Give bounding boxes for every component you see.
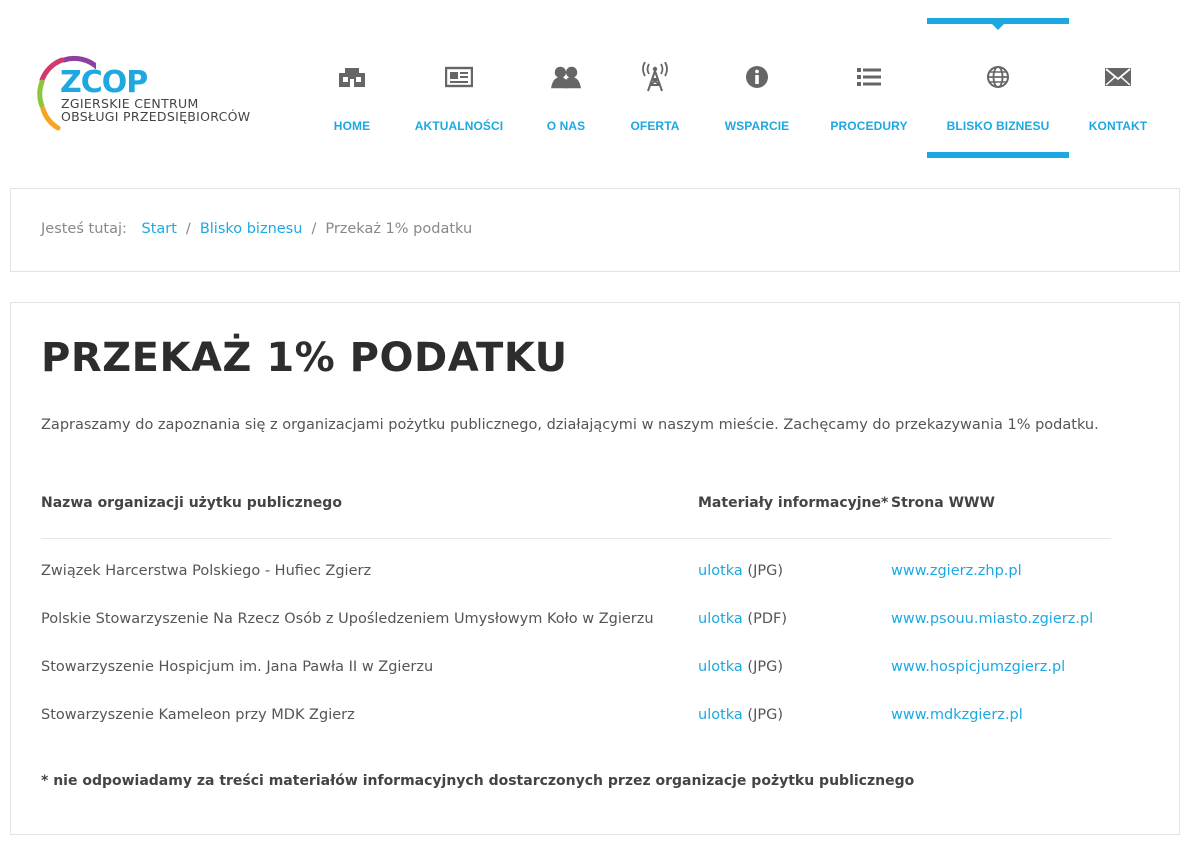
- leaflet-link[interactable]: ulotka: [698, 659, 743, 675]
- leaflet-format: (JPG): [747, 563, 783, 579]
- table-row: Związek Harcerstwa Polskiego - Hufiec Zg…: [41, 539, 1111, 587]
- organization-name: Polskie Stowarzyszenie Na Rzecz Osób z U…: [41, 611, 654, 627]
- globe-icon: [983, 62, 1013, 92]
- website-cell: www.zgierz.zhp.pl: [891, 563, 1022, 579]
- nav-item-o-nas[interactable]: O NAS: [536, 18, 596, 158]
- website-cell: www.mdkzgierz.pl: [891, 707, 1023, 723]
- nav-label: O NAS: [546, 119, 586, 133]
- leaflet-format: (JPG): [747, 659, 783, 675]
- header-materials: Materiały informacyjne*: [698, 495, 889, 511]
- website-link[interactable]: www.hospicjumzgierz.pl: [891, 659, 1065, 675]
- leaflet-link[interactable]: ulotka: [698, 563, 743, 579]
- table-row: Polskie Stowarzyszenie Na Rzecz Osób z U…: [41, 587, 1111, 635]
- table-header: Nazwa organizacji użytku publicznego Mat…: [41, 481, 1111, 539]
- header-organization-name: Nazwa organizacji użytku publicznego: [41, 495, 342, 511]
- header-website: Strona WWW: [891, 495, 995, 511]
- website-cell: www.hospicjumzgierz.pl: [891, 659, 1065, 675]
- nav-item-blisko-biznesu[interactable]: BLISKO BIZNESU: [927, 18, 1069, 158]
- page-title: PRZEKAŻ 1% PODATKU: [41, 335, 568, 381]
- organization-name: Stowarzyszenie Kameleon przy MDK Zgierz: [41, 707, 355, 723]
- nav-label: AKTUALNOŚCI: [414, 119, 504, 133]
- breadcrumb-panel: Jesteś tutaj: Start / Blisko biznesu / Przek…: [10, 188, 1180, 272]
- newspaper-icon: [444, 62, 474, 92]
- main-nav: HOME AKTUALNOŚCI O NAS OFERTA WSPARCIE P…: [0, 0, 1193, 170]
- breadcrumb: Jesteś tutaj: Start / Blisko biznesu / Przek…: [41, 221, 472, 237]
- people-icon: [551, 62, 581, 92]
- website-link[interactable]: www.psouu.miasto.zgierz.pl: [891, 611, 1093, 627]
- nav-item-home[interactable]: HOME: [318, 18, 386, 158]
- intro-text: Zapraszamy do zapoznania się z organizac…: [41, 417, 1099, 433]
- leaflet-link[interactable]: ulotka: [698, 611, 743, 627]
- nav-label: HOME: [333, 119, 371, 133]
- site-header: ZCOP ZGIERSKIE CENTRUM OBSŁUGI PRZEDSIĘB…: [0, 0, 1193, 170]
- website-link[interactable]: www.mdkzgierz.pl: [891, 707, 1023, 723]
- nav-item-kontakt[interactable]: KONTAKT: [1086, 18, 1150, 158]
- nav-label: WSPARCIE: [724, 119, 790, 133]
- disclaimer-footnote: * nie odpowiadamy za treści materiałów i…: [41, 773, 915, 789]
- materials-cell: ulotka (JPG): [698, 563, 783, 579]
- website-link[interactable]: www.zgierz.zhp.pl: [891, 563, 1022, 579]
- nav-item-procedury[interactable]: PROCEDURY: [826, 18, 912, 158]
- organizations-table: Nazwa organizacji użytku publicznego Mat…: [41, 481, 1111, 731]
- breadcrumb-link-blisko-biznesu[interactable]: Blisko biznesu: [200, 221, 303, 237]
- envelope-icon: [1103, 62, 1133, 92]
- leaflet-format: (PDF): [747, 611, 787, 627]
- leaflet-link[interactable]: ulotka: [698, 707, 743, 723]
- organization-name: Związek Harcerstwa Polskiego - Hufiec Zg…: [41, 563, 372, 579]
- nav-item-oferta[interactable]: OFERTA: [622, 18, 688, 158]
- nav-label: BLISKO BIZNESU: [946, 119, 1050, 133]
- materials-cell: ulotka (JPG): [698, 707, 783, 723]
- table-row: Stowarzyszenie Hospicjum im. Jana Pawła …: [41, 635, 1111, 683]
- list-icon: [854, 62, 884, 92]
- materials-cell: ulotka (JPG): [698, 659, 783, 675]
- home-icon: [337, 62, 367, 92]
- leaflet-format: (JPG): [747, 707, 783, 723]
- nav-item-aktualnosci[interactable]: AKTUALNOŚCI: [406, 18, 512, 158]
- organization-name: Stowarzyszenie Hospicjum im. Jana Pawła …: [41, 659, 434, 675]
- info-icon: [742, 62, 772, 92]
- nav-item-wsparcie[interactable]: WSPARCIE: [718, 18, 796, 158]
- nav-label: OFERTA: [630, 119, 680, 133]
- nav-label: KONTAKT: [1088, 119, 1148, 133]
- table-row: Stowarzyszenie Kameleon przy MDK Zgierz …: [41, 683, 1111, 731]
- breadcrumb-separator: /: [185, 221, 191, 237]
- website-cell: www.psouu.miasto.zgierz.pl: [891, 611, 1093, 627]
- breadcrumb-separator: /: [311, 221, 317, 237]
- antenna-icon: [640, 62, 670, 92]
- breadcrumb-link-start[interactable]: Start: [142, 221, 177, 237]
- nav-label: PROCEDURY: [830, 119, 908, 133]
- breadcrumb-prefix: Jesteś tutaj:: [41, 221, 127, 237]
- active-indicator-caret: [992, 24, 1004, 30]
- breadcrumb-current: Przekaż 1% podatku: [325, 221, 473, 237]
- table-body: Związek Harcerstwa Polskiego - Hufiec Zg…: [41, 539, 1111, 731]
- content-panel: PRZEKAŻ 1% PODATKU Zapraszamy do zapozna…: [10, 302, 1180, 835]
- materials-cell: ulotka (PDF): [698, 611, 787, 627]
